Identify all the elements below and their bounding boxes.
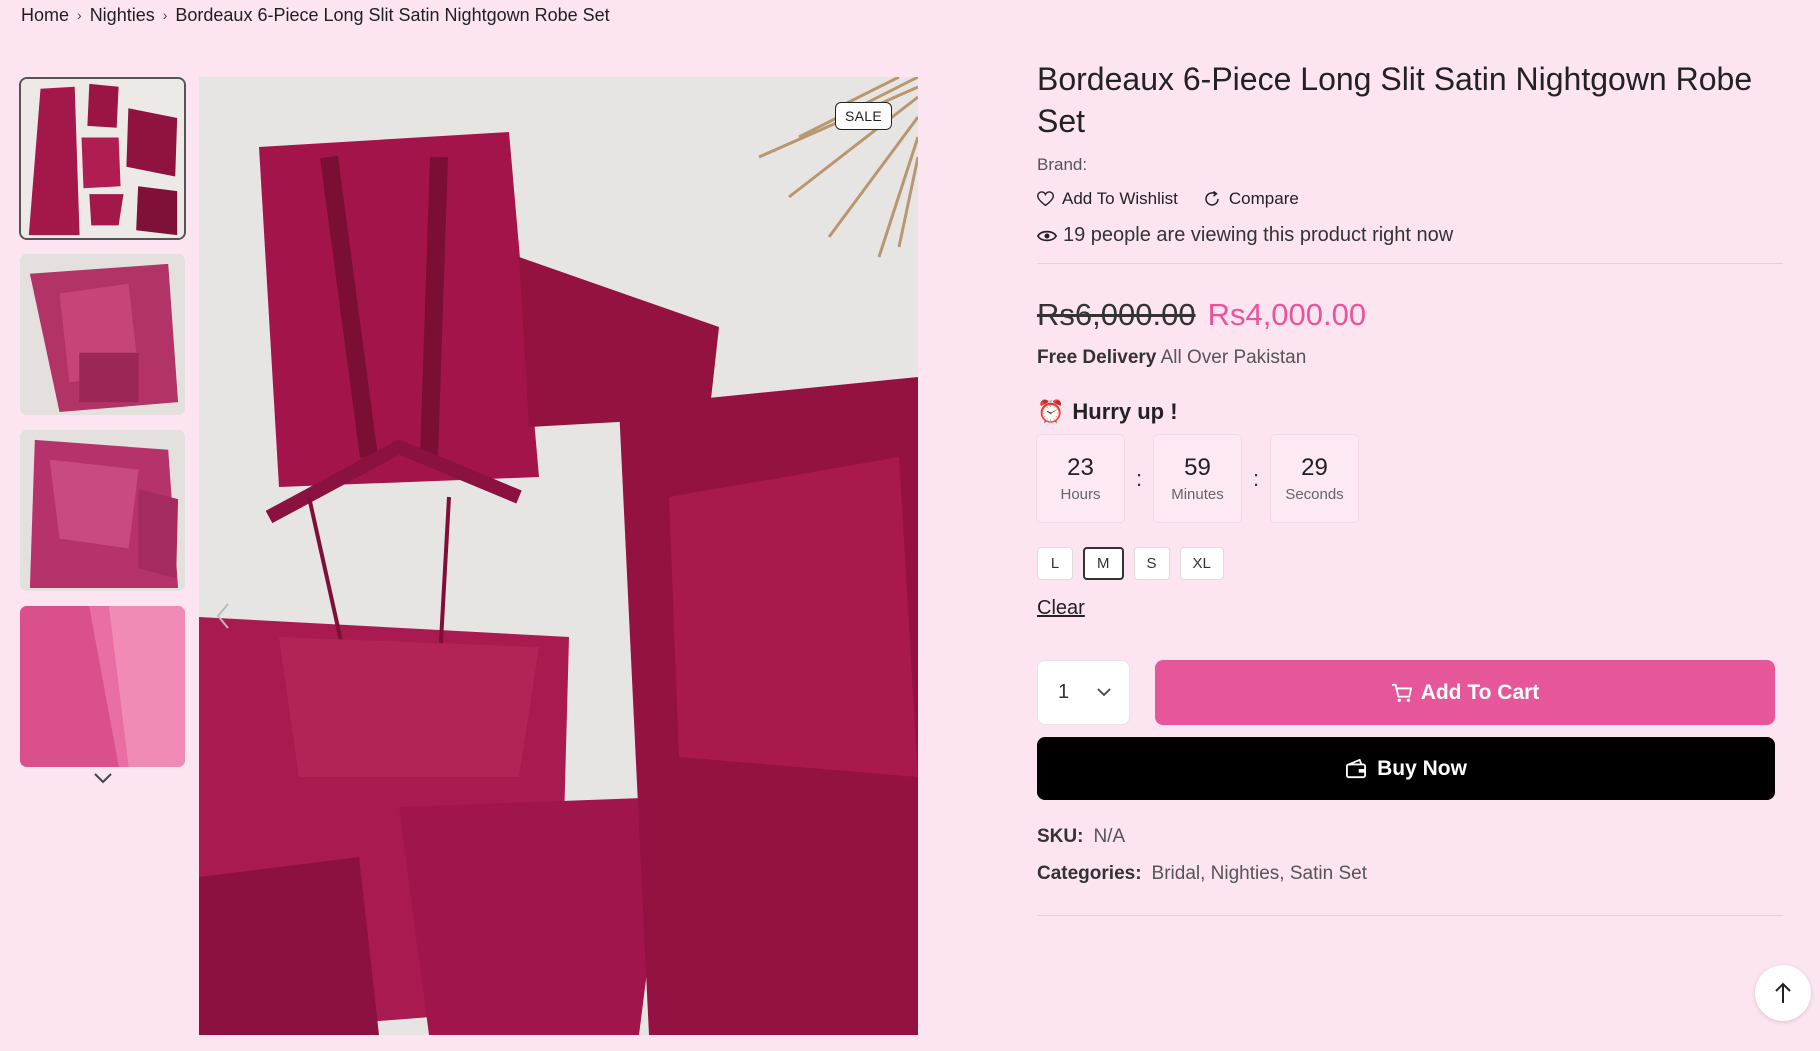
brand-label: Brand:: [1037, 155, 1088, 174]
clear-selection-link[interactable]: Clear: [1037, 597, 1085, 620]
breadcrumb-current: Bordeaux 6-Piece Long Slit Satin Nightgo…: [175, 4, 610, 25]
hurry-heading: ⏰ Hurry up !: [1037, 399, 1784, 425]
thumbnail-image: [20, 430, 185, 591]
sku-row: SKU: N/A: [1037, 826, 1784, 848]
countdown-seconds-value: 29: [1301, 454, 1328, 481]
product-photo: [199, 77, 918, 1035]
sale-badge: SALE: [835, 102, 892, 130]
product-actions: Add To Wishlist Compare: [1037, 189, 1784, 209]
countdown-seconds-label: Seconds: [1285, 486, 1344, 503]
countdown-separator: :: [1252, 465, 1260, 491]
compare-label: Compare: [1228, 189, 1299, 208]
sku-label: SKU:: [1037, 826, 1084, 847]
add-to-wishlist-button[interactable]: Add To Wishlist: [1037, 189, 1178, 209]
thumbnail-3[interactable]: [19, 429, 186, 592]
chevron-down-icon: [1097, 688, 1111, 697]
sale-price: Rs4,000.00: [1207, 297, 1367, 332]
breadcrumb: Home › Nighties › Bordeaux 6-Piece Long …: [21, 4, 610, 26]
breadcrumb-home[interactable]: Home: [21, 5, 69, 26]
quantity-value: 1: [1058, 681, 1070, 703]
size-option-s[interactable]: S: [1133, 547, 1170, 580]
thumbnail-4[interactable]: [19, 605, 186, 768]
countdown-hours: 23 Hours: [1037, 435, 1124, 522]
add-to-cart-label: Add To Cart: [1420, 680, 1540, 704]
viewers-notice: 19 people are viewing this product right…: [1037, 224, 1784, 247]
sku-value: N/A: [1093, 826, 1126, 847]
size-option-m[interactable]: M: [1083, 547, 1124, 580]
delivery-rest: All Over Pakistan: [1160, 347, 1307, 368]
quantity-select[interactable]: 1: [1037, 660, 1130, 725]
cart-icon: [1391, 683, 1412, 702]
categories-value[interactable]: Bridal, Nighties, Satin Set: [1152, 863, 1367, 885]
buy-now-label: Buy Now: [1377, 756, 1467, 780]
product-meta: SKU: N/A Categories: Bridal, Nighties, S…: [1037, 826, 1784, 885]
categories-row: Categories: Bridal, Nighties, Satin Set: [1037, 863, 1784, 885]
old-price: Rs6,000.00: [1037, 297, 1196, 332]
countdown-seconds: 29 Seconds: [1271, 435, 1358, 522]
hurry-text: Hurry up !: [1072, 399, 1178, 424]
refresh-icon: [1205, 190, 1219, 206]
buy-now-button[interactable]: Buy Now: [1037, 737, 1775, 800]
countdown-separator: :: [1135, 465, 1143, 491]
compare-button[interactable]: Compare: [1203, 189, 1299, 209]
size-option-xl[interactable]: XL: [1179, 547, 1224, 580]
chevron-right-icon: ›: [77, 7, 82, 23]
main-product-image[interactable]: SALE: [199, 77, 918, 1035]
thumbnail-image: [20, 606, 185, 767]
thumbnail-image: [20, 254, 185, 415]
product-info: Bordeaux 6-Piece Long Slit Satin Nightgo…: [1037, 58, 1784, 916]
countdown-minutes-value: 59: [1184, 454, 1211, 481]
breadcrumb-nighties[interactable]: Nighties: [90, 5, 155, 26]
price-block: Rs6,000.00 Rs4,000.00: [1037, 297, 1784, 333]
heart-icon: [1037, 191, 1054, 207]
size-option-l[interactable]: L: [1037, 547, 1073, 580]
divider: [1037, 263, 1783, 264]
countdown-minutes-label: Minutes: [1171, 486, 1224, 503]
thumbnail-1[interactable]: [19, 77, 186, 240]
chevron-left-icon[interactable]: [213, 599, 233, 633]
cart-row: 1 Add To Cart: [1037, 660, 1784, 725]
thumbnail-image: [21, 79, 184, 238]
alarm-clock-icon: ⏰: [1037, 399, 1065, 424]
divider: [1037, 915, 1783, 916]
thumbnail-list: [19, 77, 187, 781]
delivery-info: Free Delivery All Over Pakistan: [1037, 347, 1784, 369]
scroll-to-top-button[interactable]: [1755, 965, 1811, 1021]
viewers-text: 19 people are viewing this product right…: [1063, 224, 1454, 246]
eye-icon: [1037, 230, 1057, 241]
arrow-up-icon: [1775, 982, 1791, 1003]
product-title: Bordeaux 6-Piece Long Slit Satin Nightgo…: [1037, 61, 1753, 139]
wishlist-label: Add To Wishlist: [1062, 189, 1178, 208]
thumbnail-2[interactable]: [19, 253, 186, 416]
countdown-hours-label: Hours: [1060, 486, 1101, 503]
add-to-cart-button[interactable]: Add To Cart: [1155, 660, 1775, 725]
categories-label: Categories:: [1037, 863, 1142, 884]
countdown-hours-value: 23: [1067, 454, 1094, 481]
size-selector: L M S XL: [1037, 547, 1784, 580]
countdown-minutes: 59 Minutes: [1154, 435, 1241, 522]
chevron-right-icon: ›: [162, 7, 168, 23]
delivery-bold: Free Delivery: [1037, 347, 1157, 368]
countdown-timer: 23 Hours : 59 Minutes : 29 Seconds: [1037, 435, 1784, 522]
chevron-down-icon[interactable]: [91, 768, 115, 788]
wallet-icon: [1346, 758, 1367, 778]
